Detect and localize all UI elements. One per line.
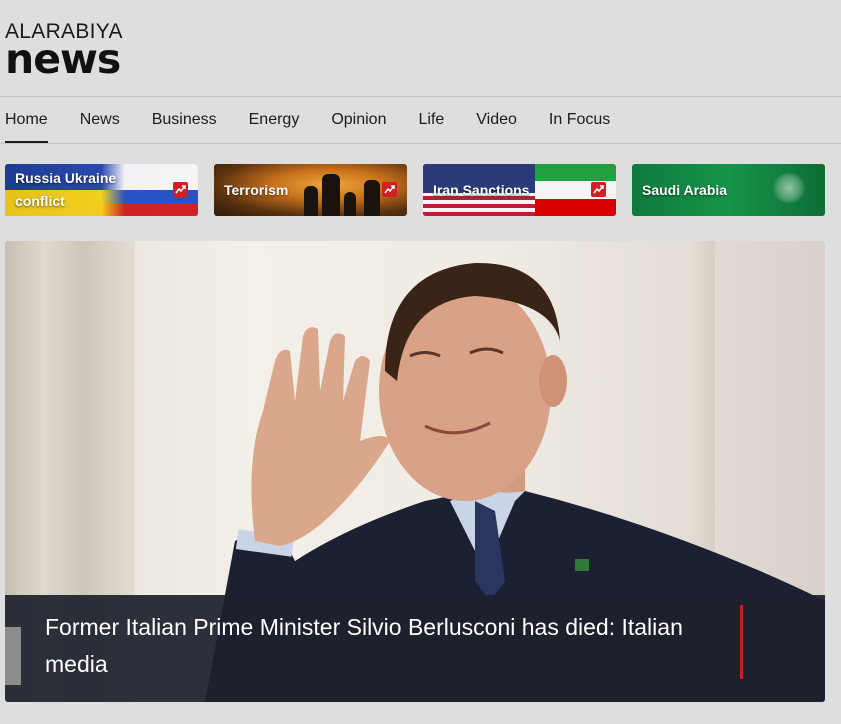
- topic-chip-label: Terrorism: [224, 181, 289, 198]
- nav-item-opinion[interactable]: Opinion: [331, 97, 386, 143]
- topic-chip-saudi-arabia[interactable]: Saudi Arabia: [632, 164, 825, 216]
- map-icon: [772, 173, 806, 203]
- page: ALARABIYA news Home News Business Energy…: [0, 0, 841, 724]
- trending-icon: [382, 182, 397, 197]
- hero-title[interactable]: Former Italian Prime Minister Silvio Ber…: [45, 609, 705, 683]
- topic-chip-label: Saudi Arabia: [642, 181, 728, 198]
- nav-divider-bottom: [0, 143, 841, 144]
- topic-chip-terrorism[interactable]: Terrorism: [214, 164, 407, 216]
- caption-marker: [5, 627, 21, 685]
- topic-chip-label: Russia Ukraine conflict: [15, 170, 117, 209]
- topic-chips: Russia Ukraine conflict Terrorism Iran S…: [5, 164, 841, 216]
- nav-item-in-focus[interactable]: In Focus: [549, 97, 610, 143]
- site-logo[interactable]: ALARABIYA news: [5, 21, 123, 83]
- trending-icon: [591, 182, 606, 197]
- nav-item-news[interactable]: News: [80, 97, 120, 143]
- topic-chip-label: Iran Sanctions: [433, 181, 530, 198]
- logo-wordmark-bottom: news: [5, 35, 121, 83]
- trending-icon: [173, 182, 188, 197]
- nav-item-energy[interactable]: Energy: [249, 97, 300, 143]
- nav-item-business[interactable]: Business: [152, 97, 217, 143]
- main-nav: Home News Business Energy Opinion Life V…: [5, 97, 642, 143]
- nav-item-video[interactable]: Video: [476, 97, 517, 143]
- caption-accent-line: [740, 605, 743, 679]
- hero-article[interactable]: Former Italian Prime Minister Silvio Ber…: [5, 241, 825, 702]
- topic-chip-iran-sanctions[interactable]: Iran Sanctions: [423, 164, 616, 216]
- nav-item-home[interactable]: Home: [5, 97, 48, 143]
- nav-item-life[interactable]: Life: [418, 97, 444, 143]
- topic-chip-russia-ukraine[interactable]: Russia Ukraine conflict: [5, 164, 198, 216]
- hero-caption: Former Italian Prime Minister Silvio Ber…: [5, 595, 825, 702]
